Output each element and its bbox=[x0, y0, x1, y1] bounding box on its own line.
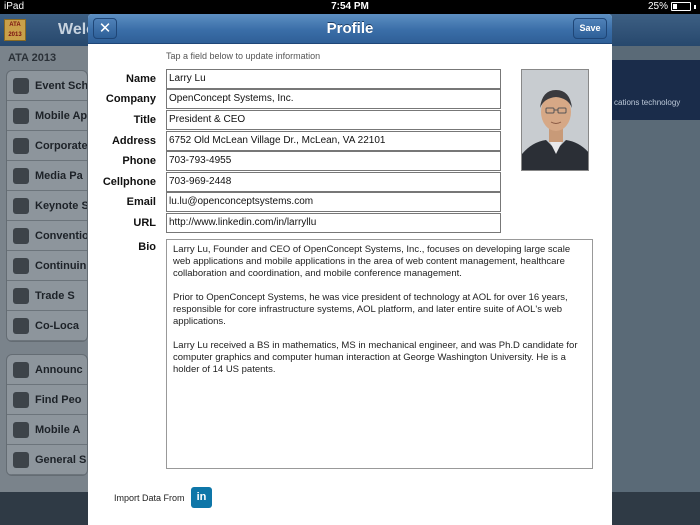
menu-item-label: Conventio bbox=[35, 229, 88, 242]
menu-item-label: Find Peo bbox=[35, 393, 82, 406]
background-menu-item: Keynote Sp bbox=[7, 191, 87, 221]
menu-item-label: Co-Loca bbox=[35, 319, 79, 332]
address-field[interactable]: 6752 Old McLean Village Dr., McLean, VA … bbox=[166, 131, 501, 151]
background-menu-group: Event Sch Mobile Ap Corporate Media Pa Keyno… bbox=[6, 70, 88, 342]
app-logo: ATA 2013 bbox=[4, 19, 26, 41]
menu-item-label: General S bbox=[35, 453, 87, 466]
cellphone-field[interactable]: 703-969-2448 bbox=[166, 172, 501, 192]
bio-label: Bio bbox=[138, 241, 156, 253]
menu-item-icon bbox=[13, 77, 29, 94]
cellphone-label: Cellphone bbox=[102, 176, 156, 188]
menu-item-label: Corporate bbox=[35, 139, 88, 152]
bio-paragraph: Larry Lu received a BS in mathematics, M… bbox=[173, 340, 578, 375]
background-menu-item: Announc bbox=[7, 355, 87, 385]
background-menu-item: Trade S bbox=[7, 281, 87, 311]
edit-hint: Tap a field below to update information bbox=[166, 51, 321, 61]
menu-item-icon bbox=[13, 451, 29, 468]
bio-paragraph: Larry Lu, Founder and CEO of OpenConcept… bbox=[173, 244, 571, 279]
save-button[interactable]: Save bbox=[573, 18, 607, 39]
person-portrait-icon bbox=[522, 70, 588, 170]
title-label: Title bbox=[133, 114, 156, 126]
background-menu-item: Find Peo bbox=[7, 385, 87, 415]
background-menu-item: Conventio bbox=[7, 221, 87, 251]
background-banner: cations technology bbox=[612, 60, 700, 120]
banner-text: cations technology bbox=[614, 98, 681, 107]
background-menu-item: Media Pa bbox=[7, 161, 87, 191]
modal-title: Profile bbox=[326, 20, 374, 37]
menu-item-icon bbox=[13, 317, 29, 334]
bio-paragraph: Prior to OpenConcept Systems, he was vic… bbox=[173, 292, 568, 327]
background-menu-item: Corporate bbox=[7, 131, 87, 161]
menu-item-label: Trade S bbox=[35, 289, 75, 302]
linkedin-icon: in bbox=[196, 491, 207, 503]
background-menu-item: Continuin bbox=[7, 251, 87, 281]
background-menu-item: Event Sch bbox=[7, 71, 87, 101]
background-menu-item: Mobile A bbox=[7, 415, 87, 445]
battery-indicator: 25% bbox=[648, 1, 696, 12]
background-menu-item: General S bbox=[7, 445, 87, 475]
background-menu-item: Co-Loca bbox=[7, 311, 87, 341]
menu-item-icon bbox=[13, 257, 29, 274]
menu-item-label: Mobile Ap bbox=[35, 109, 88, 122]
phone-field[interactable]: 703-793-4955 bbox=[166, 151, 501, 171]
menu-item-icon bbox=[13, 421, 29, 438]
name-label: Name bbox=[126, 73, 156, 85]
title-field[interactable]: President & CEO bbox=[166, 110, 501, 130]
menu-item-label: Announc bbox=[35, 363, 83, 376]
import-data-label: Import Data From bbox=[114, 493, 185, 503]
menu-item-label: Keynote Sp bbox=[35, 199, 87, 212]
menu-item-icon bbox=[13, 167, 29, 184]
menu-item-label: Continuin bbox=[35, 259, 87, 272]
company-field[interactable]: OpenConcept Systems, Inc. bbox=[166, 89, 501, 109]
menu-item-icon bbox=[13, 197, 29, 214]
menu-item-label: Media Pa bbox=[35, 169, 83, 182]
background-menu-group: Announc Find Peo Mobile A General S bbox=[6, 354, 88, 476]
clock: 7:54 PM bbox=[331, 1, 369, 12]
background-menu-item: Mobile Ap bbox=[7, 101, 87, 131]
modal-nav-bar: ✕ Profile Save bbox=[88, 14, 612, 44]
battery-percent: 25% bbox=[647, 1, 668, 12]
email-field[interactable]: lu.lu@openconceptsystems.com bbox=[166, 192, 501, 212]
url-field[interactable]: http://www.linkedin.com/in/larryllu bbox=[166, 213, 501, 233]
company-label: Company bbox=[105, 93, 156, 105]
background-section-title: ATA 2013 bbox=[8, 52, 57, 64]
profile-modal: ✕ Profile Save Tap a field below to upda… bbox=[88, 14, 612, 525]
url-label: URL bbox=[133, 217, 156, 229]
menu-item-label: Mobile A bbox=[35, 423, 81, 436]
menu-item-icon bbox=[13, 361, 29, 378]
menu-item-icon bbox=[13, 391, 29, 408]
email-label: Email bbox=[126, 196, 156, 208]
phone-label: Phone bbox=[122, 155, 156, 167]
name-field[interactable]: Larry Lu bbox=[166, 69, 501, 89]
profile-photo[interactable] bbox=[521, 69, 589, 171]
menu-item-icon bbox=[13, 227, 29, 244]
status-bar: iPad 7:54 PM 25% bbox=[0, 0, 700, 14]
linkedin-import-button[interactable]: in bbox=[191, 487, 212, 508]
menu-item-icon bbox=[13, 137, 29, 154]
address-label: Address bbox=[111, 135, 156, 147]
menu-item-icon bbox=[13, 287, 29, 304]
menu-item-icon bbox=[13, 107, 29, 124]
menu-item-label: Event Sch bbox=[35, 79, 88, 92]
bio-textarea[interactable]: Larry Lu, Founder and CEO of OpenConcept… bbox=[166, 239, 593, 469]
battery-icon bbox=[671, 2, 691, 11]
